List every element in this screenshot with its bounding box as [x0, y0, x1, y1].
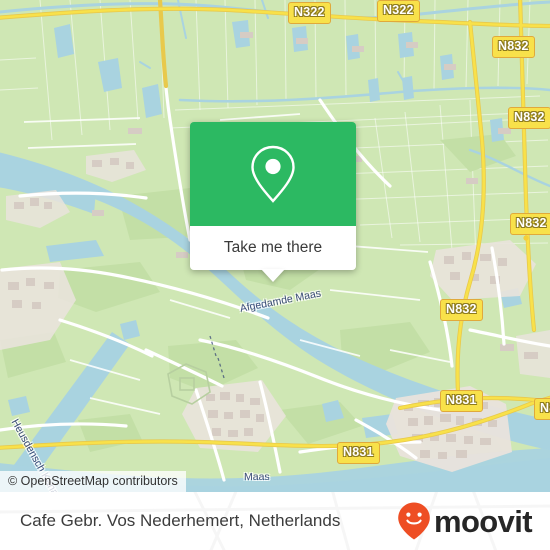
map-pin-icon — [251, 145, 295, 203]
footer-bar: Cafe Gebr. Vos Nederhemert, Netherlands … — [0, 492, 550, 550]
take-me-there-button[interactable]: Take me there — [224, 239, 322, 257]
place-popup-card[interactable]: Take me there — [190, 122, 356, 282]
road-shield-n831-east[interactable]: N831 — [440, 390, 483, 412]
road-shield-n8-clipped[interactable]: N8 — [534, 398, 550, 420]
road-shield-n322-east[interactable]: N322 — [377, 0, 420, 22]
road-shield-n832-right-upper[interactable]: N832 — [508, 107, 550, 129]
road-shield-n831-south[interactable]: N831 — [337, 442, 380, 464]
map-canvas[interactable]: N322 N322 N832 N832 N832 N832 N831 N8 N8… — [0, 0, 550, 492]
road-shield-n832-right-lower[interactable]: N832 — [510, 213, 550, 235]
osm-attribution[interactable]: © OpenStreetMap contributors — [0, 471, 186, 492]
road-shield-n832-mid[interactable]: N832 — [440, 299, 483, 321]
moovit-wordmark: moovit — [433, 503, 533, 539]
popup-action-bar[interactable]: Take me there — [190, 226, 356, 282]
water-label-maas: Maas — [244, 471, 270, 483]
moovit-smiley-pin-icon — [398, 502, 430, 540]
moovit-logo[interactable]: moovit — [396, 501, 533, 541]
road-shield-n322-west[interactable]: N322 — [288, 2, 331, 24]
road-shield-n832-north[interactable]: N832 — [492, 36, 535, 58]
popup-header — [190, 122, 356, 226]
popup-pointer-tail — [261, 269, 285, 282]
place-title: Cafe Gebr. Vos Nederhemert, Netherlands — [20, 511, 341, 530]
moovit-place-card: N322 N322 N832 N832 N832 N832 N831 N8 N8… — [0, 0, 550, 550]
